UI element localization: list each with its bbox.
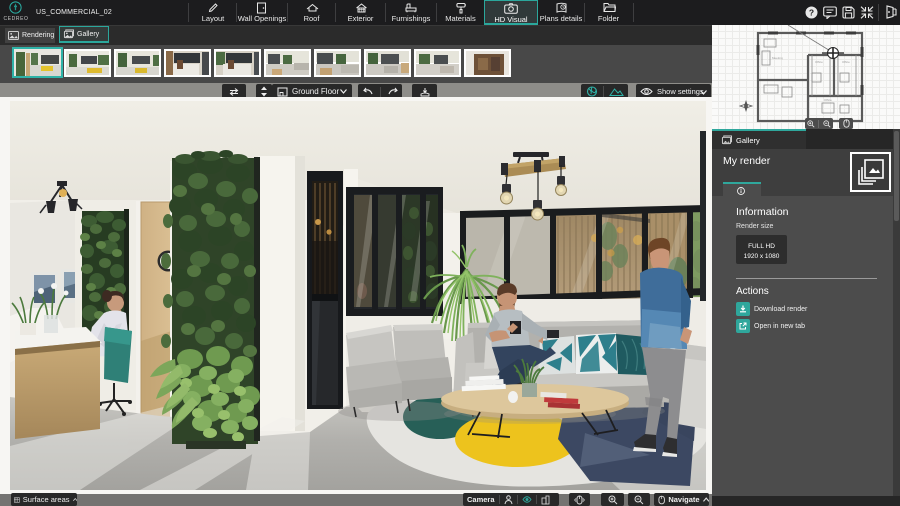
- svg-text:Meeting: Meeting: [772, 56, 783, 60]
- svg-text:?: ?: [809, 7, 814, 17]
- svg-text:Office: Office: [824, 98, 832, 102]
- svg-text:Office: Office: [815, 60, 823, 64]
- svg-text:Office: Office: [842, 60, 850, 64]
